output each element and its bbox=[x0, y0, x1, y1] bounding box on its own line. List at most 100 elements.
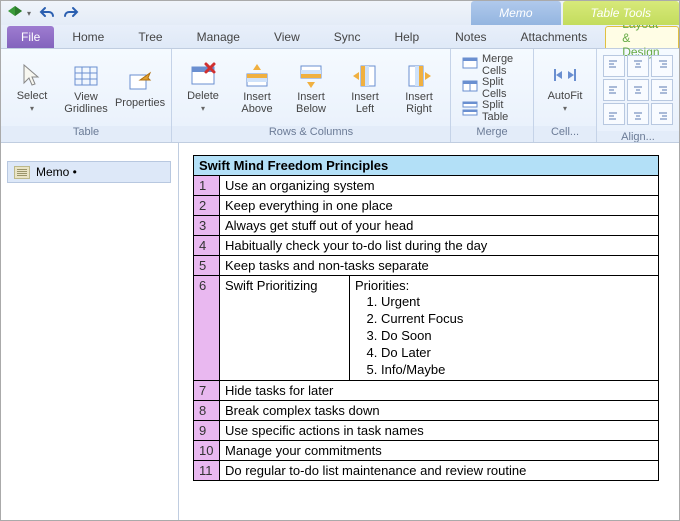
split-table-button[interactable]: Split Table bbox=[457, 100, 527, 122]
row-text[interactable]: Break complex tasks down bbox=[220, 401, 659, 421]
context-tab-memo[interactable]: Memo bbox=[471, 1, 560, 25]
table-row[interactable]: 4Habitually check your to-do list during… bbox=[194, 236, 659, 256]
tab-view[interactable]: View bbox=[258, 26, 316, 48]
document-table[interactable]: Swift Mind Freedom Principles 1Use an or… bbox=[193, 155, 659, 481]
insert-right-button[interactable]: InsertRight bbox=[394, 57, 444, 119]
table-row[interactable]: 9Use specific actions in task names bbox=[194, 421, 659, 441]
row-number[interactable]: 3 bbox=[194, 216, 220, 236]
tab-help[interactable]: Help bbox=[378, 26, 435, 48]
priorities-list: UrgentCurrent FocusDo SoonDo LaterInfo/M… bbox=[355, 293, 653, 378]
redo-icon[interactable] bbox=[63, 5, 79, 21]
select-button[interactable]: Select▾ bbox=[7, 56, 57, 119]
row-text[interactable]: Manage your commitments bbox=[220, 441, 659, 461]
merge-cells-label: Merge Cells bbox=[482, 53, 522, 77]
row6-right[interactable]: Priorities: UrgentCurrent FocusDo SoonDo… bbox=[350, 276, 659, 381]
table-row[interactable]: 1Use an organizing system bbox=[194, 176, 659, 196]
tab-manage[interactable]: Manage bbox=[181, 26, 256, 48]
row-number[interactable]: 6 bbox=[194, 276, 220, 381]
split-cells-button[interactable]: Split Cells bbox=[457, 77, 527, 99]
split-table-icon bbox=[462, 101, 478, 120]
editor-area[interactable]: Swift Mind Freedom Principles 1Use an or… bbox=[179, 143, 679, 520]
row-text[interactable]: Keep tasks and non-tasks separate bbox=[220, 256, 659, 276]
tree-item-label: Memo • bbox=[36, 165, 77, 179]
table-row[interactable]: 6 Swift Prioritizing Priorities: UrgentC… bbox=[194, 276, 659, 381]
autofit-icon bbox=[551, 60, 579, 90]
align-top-right-button[interactable] bbox=[651, 55, 673, 77]
context-tab-table-tools[interactable]: Table Tools bbox=[563, 1, 680, 25]
insert-below-button[interactable]: InsertBelow bbox=[286, 57, 336, 119]
insert-above-button[interactable]: InsertAbove bbox=[232, 57, 282, 119]
row-text[interactable]: Use specific actions in task names bbox=[220, 421, 659, 441]
row-number[interactable]: 10 bbox=[194, 441, 220, 461]
row-number[interactable]: 9 bbox=[194, 421, 220, 441]
row-number[interactable]: 4 bbox=[194, 236, 220, 256]
group-label-merge: Merge bbox=[451, 126, 533, 142]
quick-access-toolbar: ▾ bbox=[1, 5, 79, 21]
table-row[interactable]: 2Keep everything in one place bbox=[194, 196, 659, 216]
view-gridlines-button[interactable]: ViewGridlines bbox=[61, 57, 111, 119]
table-row[interactable]: 10Manage your commitments bbox=[194, 441, 659, 461]
row-number[interactable]: 7 bbox=[194, 381, 220, 401]
table-row[interactable]: 8Break complex tasks down bbox=[194, 401, 659, 421]
undo-icon[interactable] bbox=[39, 5, 55, 21]
row-text[interactable]: Habitually check your to-do list during … bbox=[220, 236, 659, 256]
priorities-header: Priorities: bbox=[355, 278, 409, 293]
tab-sync[interactable]: Sync bbox=[318, 26, 377, 48]
delete-table-icon bbox=[189, 60, 217, 90]
group-rows-columns: Delete ▾ InsertAbove InsertBelow InsertLe… bbox=[172, 49, 451, 142]
properties-label: Properties bbox=[115, 97, 165, 109]
row-text[interactable]: Hide tasks for later bbox=[220, 381, 659, 401]
table-row[interactable]: 5Keep tasks and non-tasks separate bbox=[194, 256, 659, 276]
group-alignment: Align... bbox=[597, 49, 679, 142]
align-mid-right-button[interactable] bbox=[651, 79, 673, 101]
tab-layout-design[interactable]: Layout & Design bbox=[605, 26, 679, 48]
row-number[interactable]: 8 bbox=[194, 401, 220, 421]
align-top-center-button[interactable] bbox=[627, 55, 649, 77]
table-title[interactable]: Swift Mind Freedom Principles bbox=[194, 156, 659, 176]
row-text[interactable]: Do regular to-do list maintenance and re… bbox=[220, 461, 659, 481]
tab-tree[interactable]: Tree bbox=[122, 26, 178, 48]
align-mid-center-button[interactable] bbox=[627, 79, 649, 101]
group-table: Select▾ ViewGridlines Properties Table bbox=[1, 49, 172, 142]
align-mid-left-button[interactable] bbox=[603, 79, 625, 101]
row-number[interactable]: 5 bbox=[194, 256, 220, 276]
group-cell: AutoFit▾ Cell... bbox=[534, 49, 597, 142]
merge-cells-button[interactable]: Merge Cells bbox=[457, 54, 527, 76]
table-row[interactable]: 3Always get stuff out of your head bbox=[194, 216, 659, 236]
row-number[interactable]: 2 bbox=[194, 196, 220, 216]
group-label-align: Align... bbox=[597, 131, 679, 143]
row-text[interactable]: Always get stuff out of your head bbox=[220, 216, 659, 236]
autofit-button[interactable]: AutoFit▾ bbox=[540, 56, 590, 119]
delete-label: Delete bbox=[187, 90, 219, 102]
merge-cells-icon bbox=[462, 55, 478, 74]
tab-attachments[interactable]: Attachments bbox=[505, 26, 604, 48]
row-number[interactable]: 1 bbox=[194, 176, 220, 196]
memo-icon bbox=[14, 166, 30, 179]
tab-file[interactable]: File bbox=[7, 26, 54, 48]
insert-left-button[interactable]: InsertLeft bbox=[340, 57, 390, 119]
row-text[interactable]: Keep everything in one place bbox=[220, 196, 659, 216]
title-bar: ▾ Memo Table Tools bbox=[1, 1, 679, 25]
row6-left[interactable]: Swift Prioritizing bbox=[220, 276, 350, 381]
qat-dropdown-icon[interactable]: ▾ bbox=[27, 9, 31, 18]
align-top-left-button[interactable] bbox=[603, 55, 625, 77]
priority-item: Info/Maybe bbox=[381, 361, 653, 378]
ribbon-tabs: File Home Tree Manage View Sync Help Not… bbox=[1, 25, 679, 49]
align-bot-center-button[interactable] bbox=[627, 103, 649, 125]
split-cells-icon bbox=[462, 78, 478, 97]
row-text[interactable]: Use an organizing system bbox=[220, 176, 659, 196]
align-bot-left-button[interactable] bbox=[603, 103, 625, 125]
insert-below-icon bbox=[297, 61, 325, 91]
table-row[interactable]: 11Do regular to-do list maintenance and … bbox=[194, 461, 659, 481]
delete-button[interactable]: Delete ▾ bbox=[178, 56, 228, 119]
row-number[interactable]: 11 bbox=[194, 461, 220, 481]
tree-item-memo[interactable]: Memo • bbox=[7, 161, 171, 183]
align-bot-right-button[interactable] bbox=[651, 103, 673, 125]
tab-home[interactable]: Home bbox=[56, 26, 120, 48]
table-row[interactable]: 7Hide tasks for later bbox=[194, 381, 659, 401]
properties-button[interactable]: Properties bbox=[115, 63, 165, 113]
tab-notes[interactable]: Notes bbox=[439, 26, 502, 48]
split-cells-label: Split Cells bbox=[482, 76, 522, 100]
dropdown-caret-icon: ▾ bbox=[201, 104, 205, 113]
ribbon: Select▾ ViewGridlines Properties Table D… bbox=[1, 49, 679, 143]
